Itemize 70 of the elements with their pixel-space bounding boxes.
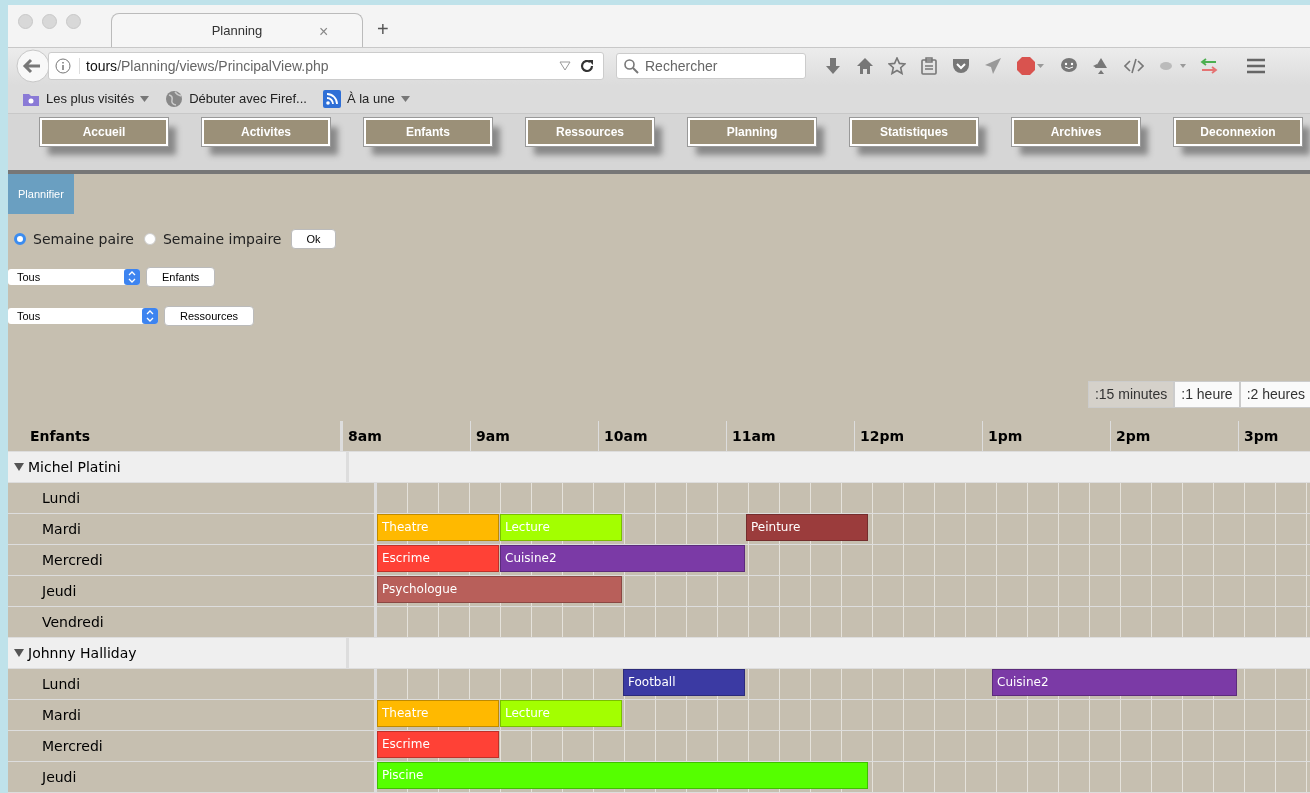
scale-button[interactable]: :2 heures [1239,381,1310,408]
day-label: Mercredi [42,552,103,568]
star-icon[interactable] [888,57,906,76]
day-label: Jeudi [42,769,77,785]
hour-label: 9am [476,428,510,444]
select-field[interactable]: Tous [8,269,140,285]
shapes-icon[interactable] [1092,57,1110,76]
expand-toggle-icon[interactable] [14,462,24,472]
activity-event[interactable]: Football [623,669,745,696]
day-label: Mercredi [42,738,103,754]
stepper-arrows-icon[interactable] [142,308,158,324]
search-icon [623,58,639,75]
hour-label: 11am [732,428,776,444]
dropdown-arrow-icon[interactable] [559,61,571,72]
tab-close-button[interactable]: × [319,23,329,41]
hour-label: 12pm [860,428,905,444]
day-label: Mardi [42,707,81,723]
day-label: Lundi [42,676,81,692]
activity-event[interactable]: Psychologue [377,576,622,603]
reload-icon[interactable] [579,58,595,75]
scale-button[interactable]: :15 minutes [1087,381,1175,408]
code-icon[interactable] [1124,57,1144,76]
sync-arrows-icon[interactable] [1200,57,1218,76]
scale-button[interactable]: :1 heure [1174,381,1240,408]
activity-event[interactable]: Escrime [377,545,499,572]
activity-event[interactable]: Escrime [377,731,499,758]
day-label: Vendredi [42,614,104,630]
activity-event[interactable]: Cuisine2 [992,669,1237,696]
child-name: Johnny Halliday [28,645,137,661]
child-name: Michel Platini [28,459,121,475]
radio-button[interactable] [143,233,156,245]
ok-button[interactable]: Ok [291,229,336,249]
day-label: Mardi [42,521,81,537]
home-icon[interactable] [856,57,874,76]
radio-label: Semaine paire [33,231,134,247]
caret-icon[interactable] [400,95,410,102]
clipboard-icon[interactable] [920,57,938,76]
filter-button[interactable]: Ressources [164,306,255,326]
select-field[interactable]: Tous [8,308,158,324]
rss-feed-icon [322,89,341,108]
day-label: Lundi [42,490,81,506]
activity-event[interactable]: Cuisine2 [500,545,745,572]
radio-button[interactable] [14,233,26,245]
bookmark-item[interactable]: À la une [322,89,410,108]
info-icon[interactable] [55,58,71,75]
caret-icon[interactable] [140,95,150,102]
stepper-arrows-icon[interactable] [124,269,140,285]
menu-icon[interactable] [1246,58,1266,75]
bookmark-item[interactable]: Les plus visités [22,90,150,107]
expand-toggle-icon[interactable] [14,648,24,658]
search-field[interactable]: Rechercher [616,53,806,80]
adblock-icon[interactable] [1016,56,1046,77]
download-icon[interactable] [824,57,842,76]
pocket-icon[interactable] [952,57,970,76]
hour-label: 2pm [1116,428,1151,444]
day-label: Jeudi [42,583,77,599]
new-tab-button[interactable]: + [377,17,389,41]
bookmark-item[interactable]: Débuter avec Firef... [165,89,307,108]
address-bar[interactable]: tours/Planning/views/PrincipalView.php [48,52,604,81]
filter-button[interactable]: Enfants [146,267,216,287]
radio-label: Semaine impaire [162,231,282,247]
paper-plane-icon[interactable] [984,57,1002,76]
hour-label: 3pm [1244,428,1279,444]
activity-event[interactable]: Peinture [746,514,868,541]
hour-label: 1pm [988,428,1023,444]
hour-label: 10am [604,428,648,444]
column-header: Enfants [29,428,91,444]
hour-label: 8am [348,428,382,444]
globe-icon [165,89,184,108]
back-button[interactable] [16,49,50,84]
